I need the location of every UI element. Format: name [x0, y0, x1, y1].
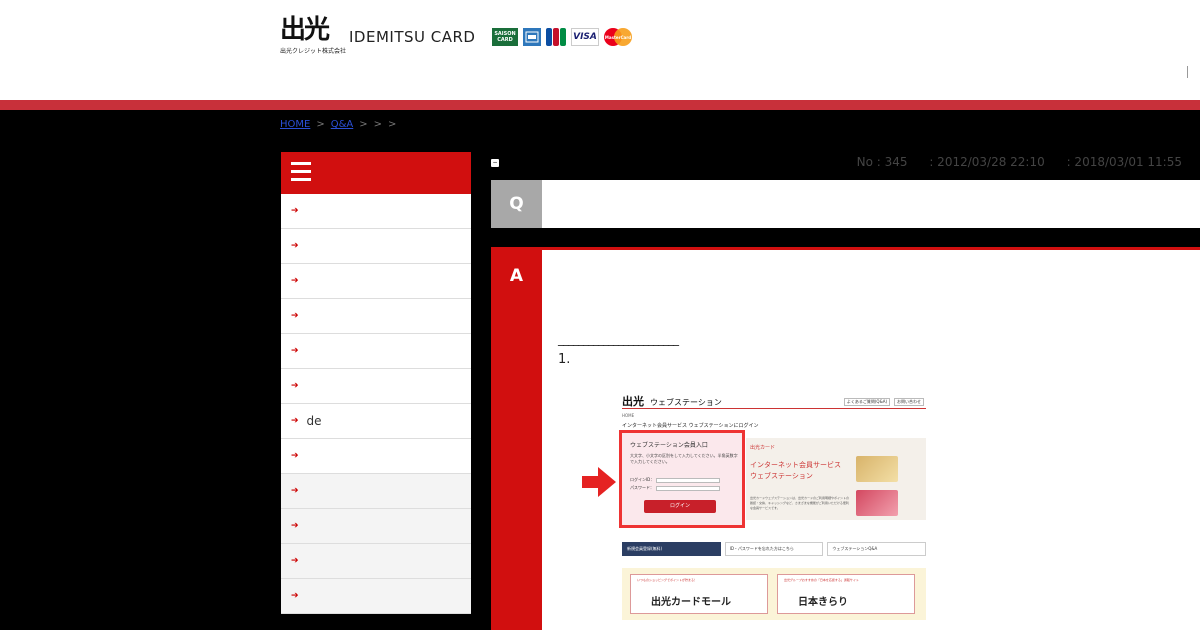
embed-login-button: ログイン: [644, 500, 716, 513]
embed-qa-button: ウェブステーションQ&A: [827, 542, 927, 556]
logo-subtitle: 出光クレジット株式会社: [280, 48, 347, 55]
faq-main-content: − No : 345 : 2012/03/28 22:10 : 2018/03/…: [491, 152, 1200, 630]
embed-title: ウェブステーション: [650, 398, 722, 407]
embed-login-box: ウェブステーション会員入口 大文字、小文字の区別をして入力してください。半角英数…: [619, 430, 745, 528]
embed-banner-note: 出光カードウェブステーションは、出光カードのご利用明細やポイントの確認・交換、キ…: [750, 496, 849, 510]
breadcrumb-separator: >: [388, 119, 397, 130]
faq-number: No : 345: [856, 155, 908, 169]
sidebar-list: ➔ ➔ ➔ ➔ ➔ ➔ ➔ de ➔ ➔ ➔ ➔ ➔: [281, 194, 471, 614]
header-red-bar: [0, 100, 1200, 110]
arrow-right-icon: ➔: [291, 276, 299, 286]
breadcrumb-home-link[interactable]: HOME: [280, 119, 310, 130]
breadcrumb: HOME > Q&A > > >: [280, 119, 396, 130]
embed-card-mall-ad: いつものショッピングでポイントが貯まる！ 出光カードモール: [630, 574, 768, 614]
arrow-right-icon: ➔: [291, 521, 299, 531]
logo-kanji: 出光: [280, 15, 330, 45]
sidebar-item[interactable]: ➔ de: [281, 404, 471, 439]
arrow-right-icon: ➔: [291, 416, 299, 426]
embed-nav-buttons: 新規会員登録(無料) ID・パスワードを忘れた方はこちら ウェブステーションQ&…: [622, 542, 927, 556]
embed-password-field: パスワード：: [630, 485, 720, 491]
arrow-right-icon: ➔: [291, 346, 299, 356]
mastercard-logo: MasterCard: [604, 28, 632, 46]
sidebar-item[interactable]: ➔: [281, 509, 471, 544]
embed-breadcrumb: HOME: [622, 413, 635, 418]
card-brand-logos: SAISON CARD VISA MasterCard: [492, 27, 632, 47]
breadcrumb-separator: >: [373, 119, 383, 130]
question-block: Q: [491, 180, 1200, 228]
embed-webstation-banner: 出光カード インターネット会員サービス ウェブステーション 出光カードウェブステ…: [746, 438, 926, 520]
answer-divider-line: ________________________: [558, 332, 679, 346]
visa-card-logo: VISA: [571, 28, 599, 46]
arrow-right-icon: ➔: [291, 206, 299, 216]
embed-banner-title: インターネット会員サービス ウェブステーション: [750, 461, 841, 480]
webstation-screenshot: 出光 ウェブステーション よくあるご質問(Q&A) お問い合わせ HOME イン…: [582, 392, 927, 630]
embed-header: 出光 ウェブステーション よくあるご質問(Q&A) お問い合わせ: [622, 392, 926, 409]
sidebar-item[interactable]: ➔: [281, 264, 471, 299]
sidebar-item[interactable]: ➔: [281, 299, 471, 334]
question-label: Q: [491, 180, 542, 228]
embed-register-button: 新規会員登録(無料): [622, 542, 721, 556]
answer-step-number: 1.: [558, 352, 571, 367]
sidebar-item[interactable]: ➔: [281, 334, 471, 369]
answer-block: A ________________________ 1. 出光 ウェブステーシ…: [491, 247, 1200, 630]
breadcrumb-qa-link[interactable]: Q&A: [331, 119, 354, 130]
arrow-right-icon: ➔: [291, 241, 299, 251]
embed-banner-label: 出光カード: [750, 445, 776, 451]
red-arrow-icon: [582, 467, 616, 497]
arrow-right-icon: ➔: [291, 591, 299, 601]
pink-card-image: [856, 490, 898, 516]
arrow-right-icon: ➔: [291, 486, 299, 496]
sidebar-item[interactable]: ➔: [281, 369, 471, 404]
embed-ads: いつものショッピングでポイントが貯まる！ 出光カードモール 出光グループおすすめ…: [622, 568, 926, 620]
amex-card-logo: [523, 28, 541, 46]
sidebar-item[interactable]: ➔: [281, 544, 471, 579]
embed-login-title: ウェブステーション会員入口: [630, 442, 708, 449]
hamburger-icon[interactable]: [291, 162, 311, 182]
embed-subtitle: インターネット会員サービス ウェブステーションにログイン: [622, 423, 759, 429]
idemitsu-logo[interactable]: 出光 出光クレジット株式会社: [280, 15, 347, 58]
sidebar-item[interactable]: ➔: [281, 194, 471, 229]
breadcrumb-separator: >: [316, 119, 325, 130]
sidebar-item[interactable]: ➔: [281, 474, 471, 509]
arrow-right-icon: ➔: [291, 556, 299, 566]
sidebar-menu-header[interactable]: [281, 152, 471, 194]
category-sidebar: ➔ ➔ ➔ ➔ ➔ ➔ ➔ de ➔ ➔ ➔ ➔ ➔: [281, 152, 471, 630]
embed-forgot-button: ID・パスワードを忘れた方はこちら: [724, 542, 824, 556]
embed-faq-link: よくあるご質問(Q&A): [843, 398, 890, 406]
embed-contact-link: お問い合わせ: [894, 398, 924, 406]
sidebar-item[interactable]: ➔: [281, 229, 471, 264]
embed-header-links: よくあるご質問(Q&A) お問い合わせ: [843, 398, 924, 406]
faq-meta: No : 345 : 2012/03/28 22:10 : 2018/03/01…: [839, 155, 1182, 169]
faq-updated-date: : 2018/03/01 11:55: [1066, 155, 1182, 169]
saison-card-logo: SAISON CARD: [492, 28, 518, 46]
site-header: 出光 出光クレジット株式会社 IDEMITSU CARD SAISON CARD…: [0, 0, 1200, 100]
arrow-right-icon: ➔: [291, 451, 299, 461]
sidebar-item[interactable]: ➔: [281, 439, 471, 474]
jcb-card-logo: [546, 28, 566, 46]
embed-login-description: 大文字、小文字の区別をして入力してください。半角英数字で入力してください。: [630, 453, 738, 464]
sidebar-item[interactable]: ➔: [281, 579, 471, 614]
minus-toggle-icon[interactable]: −: [491, 159, 499, 167]
faq-created-date: : 2012/03/28 22:10: [929, 155, 1045, 169]
embed-login-id-field: ログインID：: [630, 477, 721, 483]
gold-card-image: [856, 456, 898, 482]
embed-nihon-kirari-ad: 出光グループおすすめの「日本を応援する」通販サイト 日本きらり: [777, 574, 915, 614]
arrow-right-icon: ➔: [291, 381, 299, 391]
embed-logo: 出光: [622, 395, 644, 408]
header-divider: [1187, 66, 1188, 78]
answer-label: A: [491, 250, 542, 630]
arrow-right-icon: ➔: [291, 311, 299, 321]
breadcrumb-separator: >: [359, 119, 368, 130]
brand-name: IDEMITSU CARD: [349, 28, 476, 46]
